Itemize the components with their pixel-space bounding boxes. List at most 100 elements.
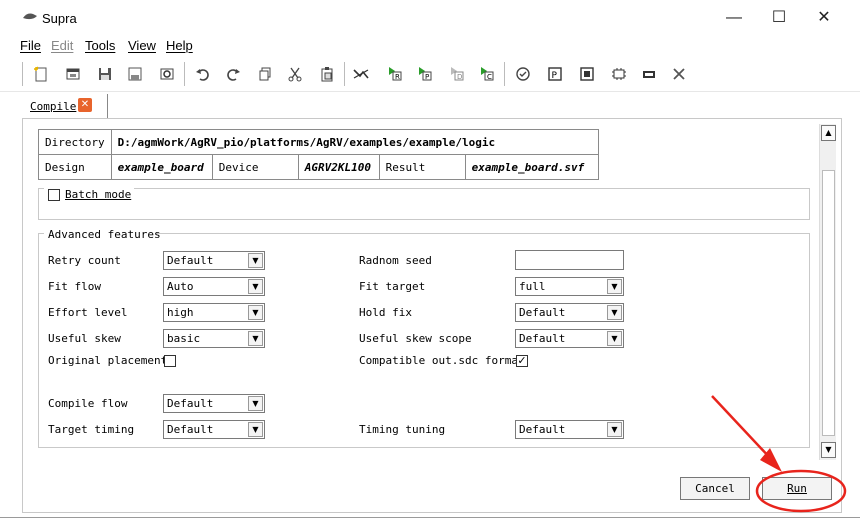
timing-tuning-label: Timing tuning — [359, 423, 446, 436]
directory-label: Directory — [38, 129, 112, 155]
batch-mode-group — [38, 188, 810, 220]
directory-value: D:/agmWork/AgRV_pio/platforms/AgRV/examp… — [110, 129, 599, 155]
debug-icon[interactable] — [608, 63, 630, 85]
target-timing-select[interactable]: Default ▼ — [163, 420, 265, 439]
svg-text:P: P — [552, 71, 558, 81]
compatible-sdc-checkbox[interactable]: ✓ — [516, 355, 528, 367]
chevron-down-icon: ▼ — [248, 305, 263, 320]
svg-text:R: R — [395, 73, 400, 81]
retry-count-select[interactable]: Default ▼ — [163, 251, 265, 270]
menu-edit-label: Edit — [51, 38, 74, 53]
memory-icon[interactable] — [638, 63, 660, 85]
random-seed-input[interactable] — [515, 250, 624, 270]
maximize-button[interactable]: ☐ — [759, 5, 799, 31]
design-label: Design — [38, 154, 112, 180]
check-icon[interactable] — [512, 63, 534, 85]
tab-close-icon[interactable]: ✕ — [78, 98, 92, 112]
cut-icon[interactable] — [284, 63, 306, 85]
run-r-icon[interactable]: R — [384, 63, 406, 85]
svg-text:D: D — [457, 73, 462, 81]
app-logo-icon — [22, 12, 38, 25]
table-row: Design example_board Device AGRV2KL100 R… — [38, 154, 599, 180]
stop-icon[interactable] — [668, 63, 690, 85]
compatible-sdc-label: Compatible out.sdc format — [359, 354, 525, 367]
tab-label: Compile — [30, 100, 77, 113]
undo-icon[interactable] — [192, 63, 214, 85]
random-seed-label: Radnom seed — [359, 254, 432, 267]
fit-flow-select[interactable]: Auto ▼ — [163, 277, 265, 296]
chevron-down-icon: ▼ — [248, 331, 263, 346]
close-window-button[interactable]: ✕ — [804, 5, 844, 31]
tab-compile[interactable]: Compile ✕ — [24, 94, 108, 118]
effort-level-label: Effort level — [48, 306, 128, 319]
original-placement-checkbox[interactable] — [164, 355, 176, 367]
useful-skew-scope-select[interactable]: Default ▼ — [515, 329, 624, 348]
new-file-icon[interactable] — [30, 63, 52, 85]
compile-flow-value: Default — [167, 397, 214, 410]
menu-help[interactable]: Help — [166, 38, 193, 53]
tab-strip: Compile ✕ — [0, 94, 860, 118]
menu-edit[interactable]: Edit — [51, 38, 73, 53]
fit-target-select[interactable]: full ▼ — [515, 277, 624, 296]
fit-target-label: Fit target — [359, 280, 426, 293]
toolbar: R P D C P — [0, 56, 860, 92]
retry-count-label: Retry count — [48, 254, 121, 267]
compile-flow-label: Compile flow — [48, 397, 128, 410]
useful-skew-label: Useful skew — [48, 332, 121, 345]
svg-text:C: C — [487, 73, 492, 81]
chevron-down-icon: ▼ — [607, 331, 622, 346]
hold-fix-value: Default — [519, 306, 566, 319]
toolbar-separator — [344, 62, 345, 86]
run-p-icon[interactable]: P — [414, 63, 436, 85]
chevron-down-icon: ▼ — [248, 396, 263, 411]
menu-view[interactable]: View — [128, 38, 156, 53]
paste-icon[interactable] — [316, 63, 338, 85]
timing-tuning-value: Default — [519, 423, 566, 436]
status-divider — [0, 517, 860, 518]
menu-tools[interactable]: Tools — [85, 38, 115, 53]
chevron-down-icon: ▼ — [607, 279, 622, 294]
save-icon[interactable] — [94, 63, 116, 85]
minimize-button[interactable]: — — [714, 5, 754, 31]
hold-fix-label: Hold fix — [359, 306, 412, 319]
toolbar-separator — [184, 62, 185, 86]
save-as-icon[interactable] — [124, 63, 146, 85]
run-c-icon[interactable]: C — [476, 63, 498, 85]
timing-tuning-select[interactable]: Default ▼ — [515, 420, 624, 439]
title-bar: Supra — ☐ ✕ — [0, 0, 860, 36]
open-project-icon[interactable] — [62, 63, 84, 85]
batch-mode-label-text: Batch mode — [65, 188, 132, 201]
menu-file[interactable]: File — [20, 38, 41, 53]
svg-text:P: P — [425, 73, 429, 81]
settings-icon[interactable] — [156, 63, 178, 85]
chip-icon[interactable] — [576, 63, 598, 85]
copy-icon[interactable] — [254, 63, 276, 85]
synthesis-icon[interactable] — [350, 63, 372, 85]
redo-icon[interactable] — [222, 63, 244, 85]
batch-mode-checkbox[interactable] — [48, 189, 60, 201]
run-d-icon[interactable]: D — [446, 63, 468, 85]
hold-fix-select[interactable]: Default ▼ — [515, 303, 624, 322]
window-title: Supra — [42, 11, 77, 26]
table-row: Directory D:/agmWork/AgRV_pio/platforms/… — [38, 129, 599, 155]
design-value: example_board — [110, 154, 213, 180]
result-value: example_board.svf — [464, 154, 599, 180]
annotation-arrow-line — [711, 395, 773, 461]
program-icon[interactable]: P — [544, 63, 566, 85]
device-label: Device — [211, 154, 299, 180]
compile-flow-select[interactable]: Default ▼ — [163, 394, 265, 413]
result-label: Result — [378, 154, 466, 180]
toolbar-separator — [504, 62, 505, 86]
useful-skew-value: basic — [167, 332, 201, 345]
target-timing-value: Default — [167, 423, 214, 436]
original-placement-label: Original placement — [48, 354, 168, 367]
batch-mode-label: Batch mode — [65, 188, 131, 201]
effort-level-select[interactable]: high ▼ — [163, 303, 265, 322]
fit-target-value: full — [519, 280, 546, 293]
fit-flow-value: Auto — [167, 280, 194, 293]
target-timing-label: Target timing — [48, 423, 135, 436]
annotation-ellipse — [755, 469, 847, 513]
scroll-up-button[interactable]: ▲ — [821, 125, 836, 141]
retry-count-value: Default — [167, 254, 214, 267]
useful-skew-select[interactable]: basic ▼ — [163, 329, 265, 348]
